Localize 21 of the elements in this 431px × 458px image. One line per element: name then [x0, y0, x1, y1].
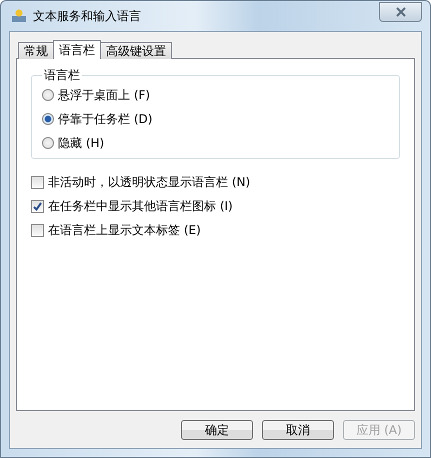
radio-label: 悬浮于桌面上 (F): [58, 86, 150, 104]
group-title: 语言栏: [43, 67, 81, 84]
checkbox[interactable]: [31, 176, 44, 188]
checkbox[interactable]: [31, 224, 44, 236]
dialog-button[interactable]: 确定: [181, 420, 253, 440]
checkbox-label: 非活动时，以透明状态显示语言栏 (N): [48, 174, 250, 190]
dialog-button[interactable]: 取消: [262, 420, 334, 440]
checkbox[interactable]: [31, 200, 44, 212]
radio-label: 停靠于任务栏 (D): [58, 110, 152, 128]
radio-label: 隐藏 (H): [58, 134, 104, 152]
checkbox-label: 在任务栏中显示其他语言栏图标 (I): [48, 198, 233, 214]
close-button[interactable]: [379, 2, 422, 22]
radio-button[interactable]: [42, 137, 54, 149]
radio-button[interactable]: [42, 113, 54, 125]
tab[interactable]: 语言栏: [53, 40, 101, 59]
tab[interactable]: 常规: [18, 42, 54, 59]
close-icon: [394, 7, 406, 17]
tab[interactable]: 高级键设置: [100, 42, 172, 59]
checkbox-label: 在语言栏上显示文本标签 (E): [48, 222, 201, 238]
window-title: 文本服务和输入语言: [33, 8, 141, 24]
radio-button[interactable]: [42, 89, 54, 101]
